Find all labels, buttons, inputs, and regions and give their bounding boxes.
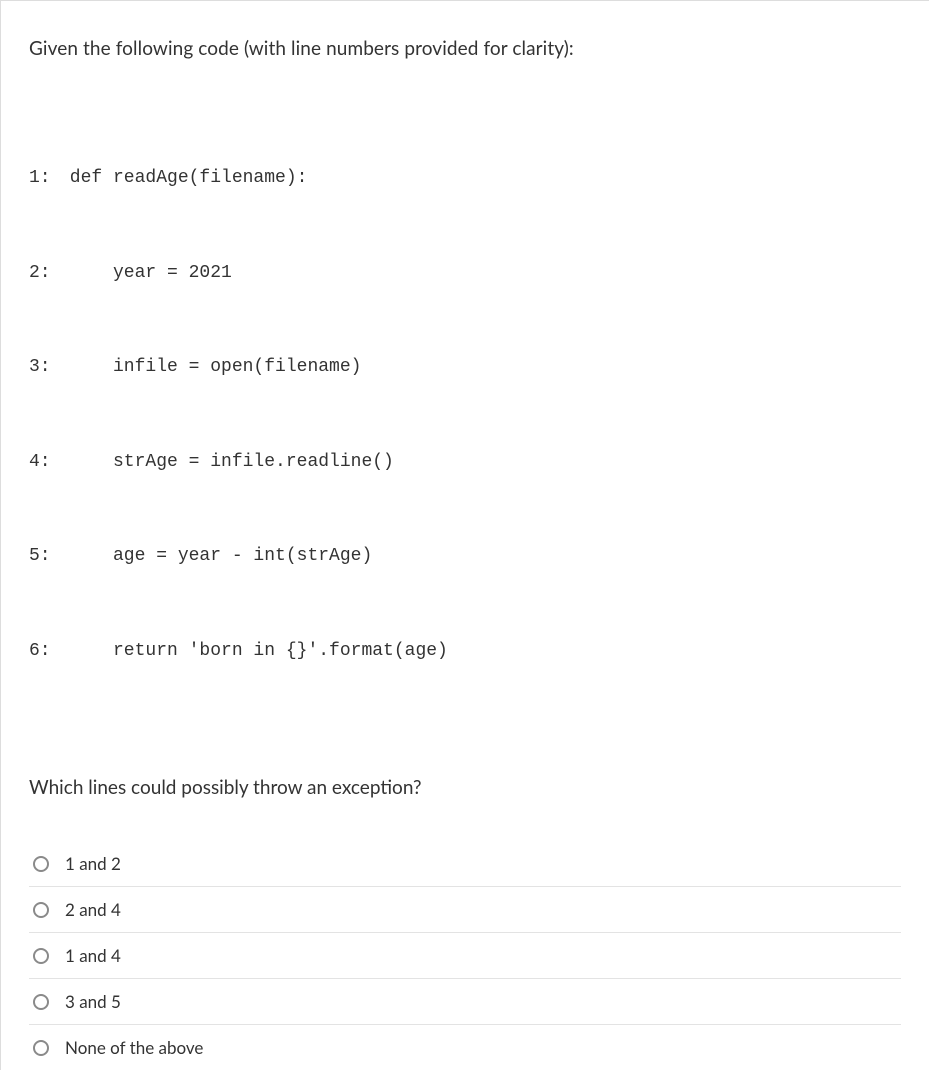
line-number: 5: [29, 541, 59, 573]
option-label: 1 and 2 [65, 853, 121, 874]
options-list: 1 and 2 2 and 4 1 and 4 3 and 5 None of … [29, 841, 901, 1070]
radio-icon [33, 948, 49, 964]
line-number: 3: [29, 352, 59, 384]
option-2-and-4[interactable]: 2 and 4 [29, 887, 901, 933]
option-label: 1 and 4 [65, 945, 121, 966]
line-text: return 'born in {}'.format(age) [59, 641, 448, 661]
code-line: 6: return 'born in {}'.format(age) [29, 636, 901, 668]
option-label: 2 and 4 [65, 899, 121, 920]
question-container: Given the following code (with line numb… [0, 0, 929, 1070]
code-line: 5: age = year - int(strAge) [29, 541, 901, 573]
line-text: infile = open(filename) [59, 357, 361, 377]
radio-icon [33, 902, 49, 918]
code-line: 4: strAge = infile.readline() [29, 447, 901, 479]
line-number: 2: [29, 258, 59, 290]
line-text: age = year - int(strAge) [59, 546, 372, 566]
radio-icon [33, 856, 49, 872]
option-1-and-2[interactable]: 1 and 2 [29, 841, 901, 887]
option-1-and-4[interactable]: 1 and 4 [29, 933, 901, 979]
radio-icon [33, 994, 49, 1010]
radio-icon [33, 1040, 49, 1056]
option-3-and-5[interactable]: 3 and 5 [29, 979, 901, 1025]
line-number: 6: [29, 636, 59, 668]
line-text: def readAge(filename): [59, 168, 307, 188]
code-line: 2: year = 2021 [29, 258, 901, 290]
option-label: 3 and 5 [65, 991, 121, 1012]
line-text: year = 2021 [59, 263, 232, 283]
line-number: 1: [29, 163, 59, 195]
option-none-of-the-above[interactable]: None of the above [29, 1025, 901, 1070]
code-block: 1: def readAge(filename): 2: year = 2021… [29, 100, 901, 730]
code-line: 3: infile = open(filename) [29, 352, 901, 384]
line-text: strAge = infile.readline() [59, 452, 394, 472]
line-number: 4: [29, 447, 59, 479]
option-label: None of the above [65, 1037, 203, 1058]
code-line: 1: def readAge(filename): [29, 163, 901, 195]
question-text: Which lines could possibly throw an exce… [29, 776, 901, 799]
intro-text: Given the following code (with line numb… [29, 37, 901, 60]
